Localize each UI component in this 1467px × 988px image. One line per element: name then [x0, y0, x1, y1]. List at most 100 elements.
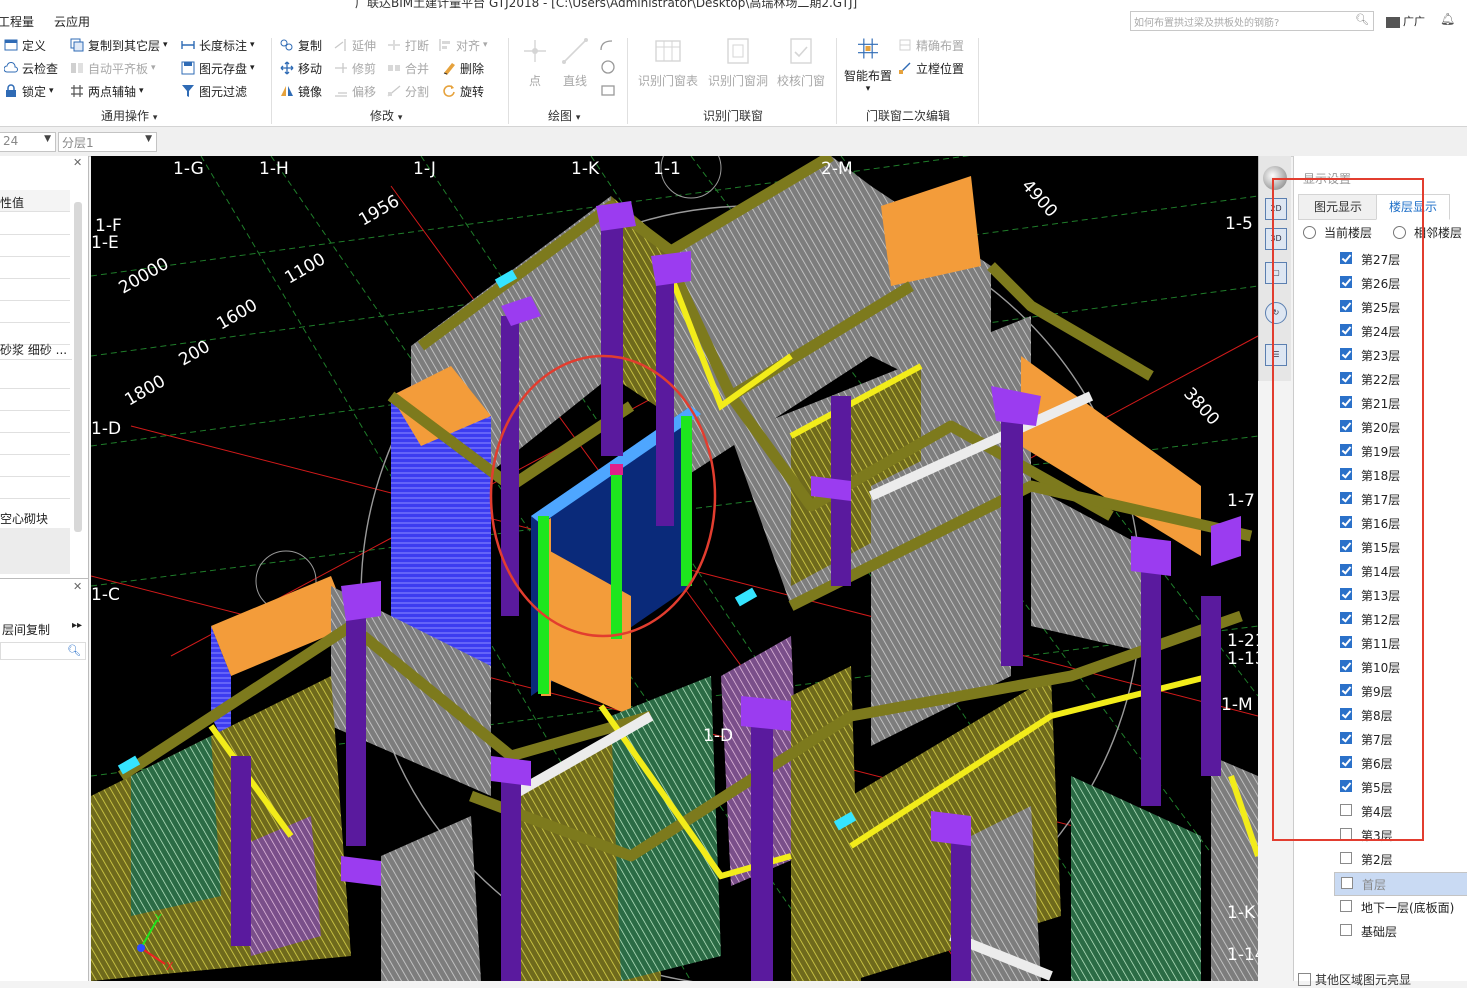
floor-checkbox[interactable] [1340, 372, 1352, 384]
floor-checkbox[interactable] [1340, 708, 1352, 720]
property-row[interactable] [0, 212, 70, 235]
property-row[interactable] [0, 410, 70, 433]
selected-window-frame[interactable] [538, 516, 549, 694]
floor-item[interactable]: 第25层 [1334, 296, 1467, 318]
general-ops-group-label[interactable]: 通用操作 ▾ [101, 107, 157, 124]
property-row[interactable] [0, 388, 70, 411]
floor-checkbox[interactable] [1340, 684, 1352, 696]
floor-checkbox[interactable] [1340, 732, 1352, 744]
cloud-check-button[interactable]: 云检查 [4, 58, 58, 78]
floor-item[interactable]: 第15层 [1334, 536, 1467, 558]
copy-to-other-floor-button[interactable]: 复制到其它层 ▾ [70, 35, 168, 55]
rotate-view-icon[interactable]: ↻ [1265, 302, 1287, 324]
floor-checkbox[interactable] [1340, 396, 1352, 408]
highlight-other-areas-toggle[interactable]: 其他区域图元亮显 [1298, 971, 1411, 988]
element-filter-button[interactable]: 图元过滤 [181, 81, 247, 101]
property-row[interactable] [0, 256, 70, 279]
3d-viewport[interactable]: 1-G 1-H 1-J 1-K 1-1 2-M 1-F 1-E 1-D 1-C … [91, 156, 1258, 981]
property-row[interactable] [0, 300, 70, 323]
align-button[interactable]: 对齐 ▾ [438, 35, 488, 55]
floor-item[interactable]: 第13层 [1334, 584, 1467, 606]
lock-button[interactable]: 锁定 ▾ [4, 81, 54, 101]
search-icon[interactable]: 🔍︎ [1355, 13, 1369, 26]
floor-item[interactable]: 第3层 [1334, 824, 1467, 846]
selection-grip[interactable] [610, 464, 623, 475]
draw-shapes-icon[interactable] [598, 38, 620, 100]
mirror-button[interactable]: 镜像 [280, 81, 322, 101]
floor-item[interactable]: 第14层 [1334, 560, 1467, 582]
floor-checkbox[interactable] [1340, 588, 1352, 600]
floor-item[interactable]: 第20层 [1334, 416, 1467, 438]
floor-item[interactable]: 基础层 [1334, 920, 1467, 942]
floor-item[interactable]: 第2层 [1334, 848, 1467, 870]
help-search-input[interactable]: 如何布置拱过梁及拱板处的钢筋? 🔍︎ [1130, 11, 1374, 31]
property-row[interactable] [0, 432, 70, 455]
selected-window-frame[interactable] [681, 416, 692, 586]
floor-checkbox[interactable] [1340, 612, 1352, 624]
floor-checkbox[interactable] [1340, 564, 1352, 576]
check-doors-windows-button[interactable]: 校核门窗 [770, 36, 832, 94]
floor-item[interactable]: 第7层 [1334, 728, 1467, 750]
floor-item[interactable]: 第8层 [1334, 704, 1467, 726]
floor-checkbox[interactable] [1340, 468, 1352, 480]
floor-item[interactable]: 第24层 [1334, 320, 1467, 342]
property-row[interactable] [0, 366, 70, 389]
floor-checkbox[interactable] [1341, 877, 1353, 889]
property-row-mortar[interactable]: 砂浆 细砂 ... [0, 337, 72, 360]
close-icon[interactable]: ✕ [73, 156, 82, 169]
floor-item[interactable]: 第17层 [1334, 488, 1467, 510]
floor-select[interactable]: 24 ▼ [0, 132, 56, 152]
identify-window-opening-button[interactable]: 识别门窗洞 [703, 36, 773, 94]
radio-current-floor[interactable]: 当前楼层 [1303, 224, 1372, 241]
property-row[interactable] [0, 454, 70, 477]
close-icon[interactable]: ✕ [73, 580, 82, 593]
floor-checkbox[interactable] [1340, 324, 1352, 336]
split-button[interactable]: 分割 [387, 81, 429, 101]
floor-checkbox[interactable] [1340, 444, 1352, 456]
floor-item[interactable]: 第19层 [1334, 440, 1467, 462]
floor-item[interactable]: 第10层 [1334, 656, 1467, 678]
property-row-block[interactable]: 空心砌块 [0, 506, 70, 529]
floor-item[interactable]: 第23层 [1334, 344, 1467, 366]
properties-scrollbar[interactable] [74, 202, 82, 532]
merge-button[interactable]: 合并 [387, 58, 429, 78]
building-model[interactable] [91, 156, 1258, 981]
floor-checkbox[interactable] [1340, 780, 1352, 792]
floor-checkbox[interactable] [1340, 252, 1352, 264]
floor-checkbox[interactable] [1340, 300, 1352, 312]
floor-item[interactable]: 第16层 [1334, 512, 1467, 534]
floor-checkbox[interactable] [1340, 756, 1352, 768]
floor-item[interactable]: 第22层 [1334, 368, 1467, 390]
floor-checkbox[interactable] [1340, 636, 1352, 648]
two-point-axis-button[interactable]: 两点辅轴 ▾ [70, 81, 144, 101]
floor-item[interactable]: 第18层 [1334, 464, 1467, 486]
search-icon[interactable]: 🔍︎ [67, 644, 81, 657]
orbit-view-icon[interactable] [1263, 166, 1287, 190]
cube-view-icon[interactable]: ▢ [1265, 262, 1287, 284]
floor-item[interactable]: 地下一层(底板面) [1334, 896, 1467, 918]
floor-item[interactable]: 第4层 [1334, 800, 1467, 822]
tab-element-display[interactable]: 图元显示 [1298, 194, 1378, 220]
property-row[interactable] [0, 278, 70, 301]
floor-item[interactable]: 第26层 [1334, 272, 1467, 294]
tab-floor-display[interactable]: 楼层显示 [1376, 194, 1450, 220]
2d-view-icon[interactable]: 2D [1265, 198, 1287, 220]
identify-window-table-button[interactable]: 识别门窗表 [633, 36, 703, 94]
smart-layout-button[interactable]: 智能布置 ▾ [837, 36, 899, 94]
model-canvas[interactable]: 1-G 1-H 1-J 1-K 1-1 2-M 1-F 1-E 1-D 1-C … [91, 156, 1258, 981]
precise-layout-button[interactable]: 精确布置 [898, 35, 964, 55]
floor-checkbox[interactable] [1340, 924, 1352, 936]
floor-item[interactable]: 第27层 [1334, 248, 1467, 270]
property-row[interactable] [0, 476, 70, 499]
delete-button[interactable]: 删除 [442, 58, 484, 78]
offset-button[interactable]: 偏移 [334, 81, 376, 101]
element-save-button[interactable]: 图元存盘 ▾ [181, 58, 255, 78]
selected-window-frame[interactable] [611, 471, 622, 639]
floor-checkbox[interactable] [1340, 516, 1352, 528]
user-account[interactable]: 广广 [1386, 13, 1425, 29]
floor-checkbox[interactable] [1340, 828, 1352, 840]
floor-checkbox[interactable] [1340, 276, 1352, 288]
menu-item-quantity[interactable]: 工程量 [0, 13, 34, 30]
auto-flush-slab-button[interactable]: 自动平齐板 ▾ [70, 58, 156, 78]
layer-view-icon[interactable]: ☰ [1265, 344, 1287, 366]
